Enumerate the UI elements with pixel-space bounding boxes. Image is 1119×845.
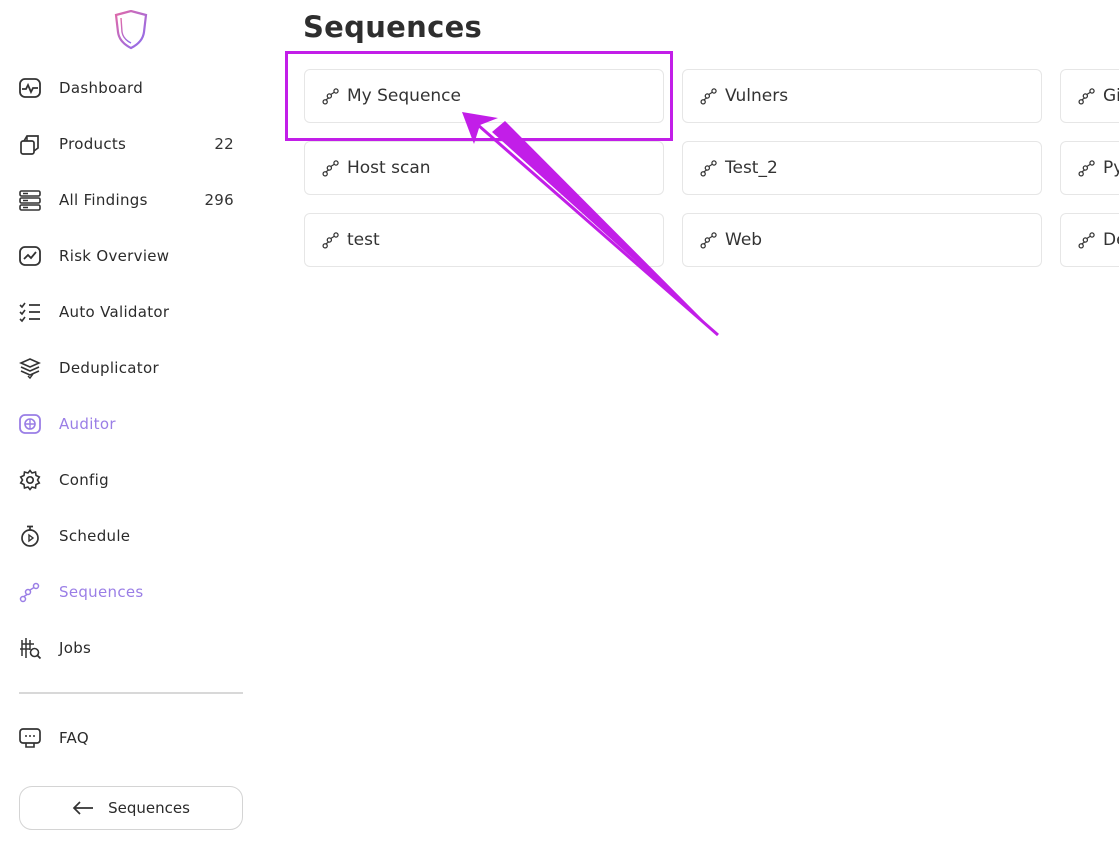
sequence-card[interactable]: My Sequence [304, 69, 664, 123]
sequence-icon [699, 86, 719, 106]
sidebar-item-label: Auditor [59, 415, 116, 433]
sequence-card[interactable]: De [1060, 213, 1119, 267]
sequence-icon [699, 158, 719, 178]
sidebar-item-label: Schedule [59, 527, 131, 545]
sequence-card-label: Vulners [725, 86, 789, 106]
sidebar-item-label: Dashboard [59, 79, 144, 97]
faq-icon [18, 725, 44, 751]
sequence-card-label: Gi [1103, 86, 1119, 106]
sequence-icon [321, 86, 341, 106]
products-icon [18, 131, 44, 157]
shield-logo-icon [113, 9, 149, 50]
sequence-card-label: Py [1103, 158, 1119, 178]
sidebar-item-dashboard[interactable]: Dashboard [18, 70, 243, 106]
sequence-card[interactable]: test [304, 213, 664, 267]
sequence-card-label: My Sequence [347, 86, 461, 106]
sequence-card-label: test [347, 230, 380, 250]
sidebar-item-risk-overview[interactable]: Risk Overview [18, 238, 243, 274]
sidebar: Dashboard Products 22 All Findings 296 R… [0, 0, 262, 845]
jobs-icon [18, 635, 44, 661]
sequence-icon [321, 230, 341, 250]
sequence-card-label: Web [725, 230, 763, 250]
findings-icon [18, 187, 44, 213]
list-check-icon [18, 299, 44, 325]
back-button[interactable]: Sequences [19, 786, 243, 830]
sequence-icon [1077, 158, 1097, 178]
sidebar-item-label: Deduplicator [59, 359, 159, 377]
sidebar-item-jobs[interactable]: Jobs [18, 630, 243, 666]
page-title: Sequences [303, 10, 483, 44]
sidebar-item-label: Products [59, 135, 127, 153]
sequence-icon [699, 230, 719, 250]
sidebar-item-label: Risk Overview [59, 247, 170, 265]
arrow-left-icon [72, 800, 94, 816]
sidebar-item-label: Sequences [59, 583, 144, 601]
sequence-card[interactable]: Vulners [682, 69, 1042, 123]
sequence-card[interactable]: Py [1060, 141, 1119, 195]
sidebar-item-schedule[interactable]: Schedule [18, 518, 243, 554]
sidebar-item-faq[interactable]: FAQ [18, 720, 243, 756]
sidebar-item-auto-validator[interactable]: Auto Validator [18, 294, 243, 330]
risk-icon [18, 243, 44, 269]
sidebar-item-deduplicator[interactable]: Deduplicator [18, 350, 243, 386]
back-button-label: Sequences [108, 799, 190, 817]
sidebar-item-label: Jobs [59, 639, 92, 657]
sidebar-item-count: 296 [204, 191, 234, 209]
sidebar-item-label: FAQ [59, 729, 89, 747]
sidebar-item-label: All Findings [59, 191, 148, 209]
sequence-card[interactable]: Host scan [304, 141, 664, 195]
sequence-card-label: De [1103, 230, 1119, 250]
sequence-icon [18, 579, 44, 605]
sidebar-item-config[interactable]: Config [18, 462, 243, 498]
sidebar-item-auditor[interactable]: Auditor [18, 406, 243, 442]
dashboard-icon [18, 75, 44, 101]
sequence-card[interactable]: Web [682, 213, 1042, 267]
sequence-card[interactable]: Gi [1060, 69, 1119, 123]
sidebar-item-count: 22 [214, 135, 234, 153]
sequence-card[interactable]: Test_2 [682, 141, 1042, 195]
sidebar-item-all-findings[interactable]: All Findings 296 [18, 182, 243, 218]
app-root: Dashboard Products 22 All Findings 296 R… [0, 0, 1119, 845]
sidebar-divider [19, 692, 243, 694]
sequence-icon [1077, 230, 1097, 250]
gear-icon [18, 467, 44, 493]
sidebar-item-sequences[interactable]: Sequences [18, 574, 243, 610]
sidebar-item-label: Auto Validator [59, 303, 170, 321]
sidebar-item-label: Config [59, 471, 109, 489]
sequence-icon [1077, 86, 1097, 106]
deduplicator-icon [18, 355, 44, 381]
auditor-icon [18, 411, 44, 437]
sequence-card-label: Test_2 [725, 158, 778, 178]
sidebar-item-products[interactable]: Products 22 [18, 126, 243, 162]
sequence-icon [321, 158, 341, 178]
timer-icon [18, 523, 44, 549]
sequence-card-label: Host scan [347, 158, 431, 178]
